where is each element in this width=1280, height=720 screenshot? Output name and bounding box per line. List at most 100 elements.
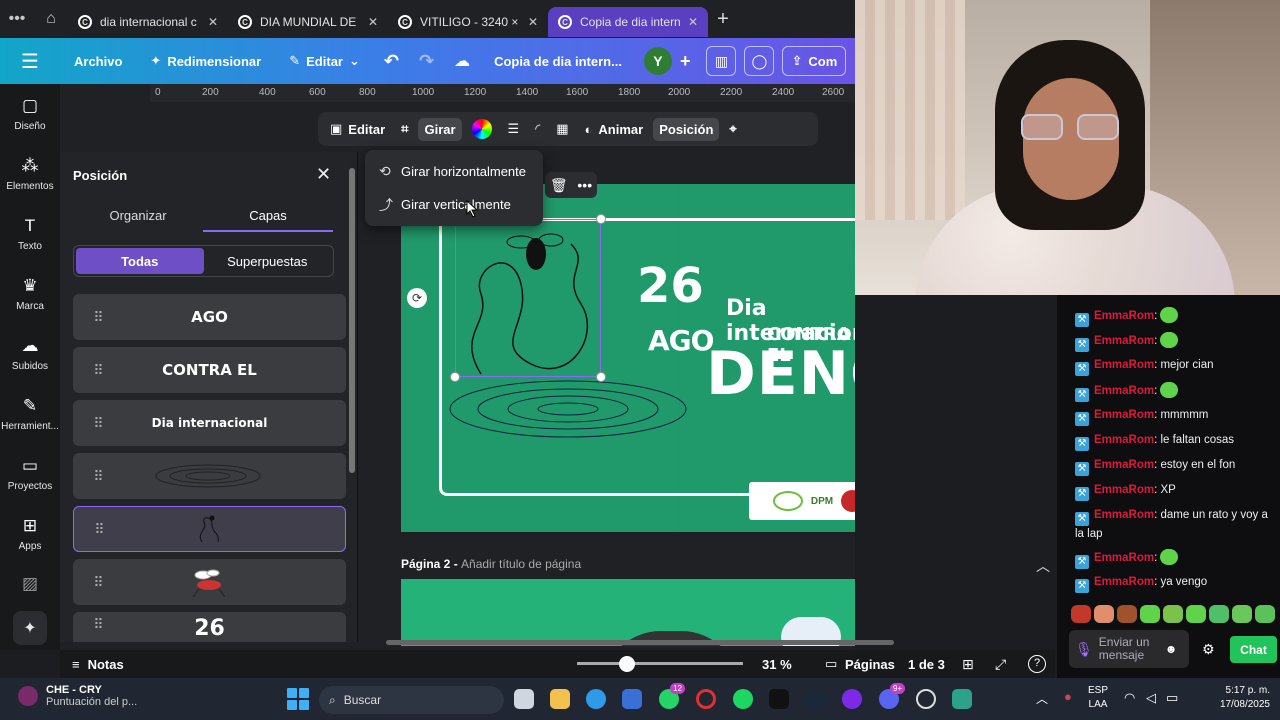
app-icon[interactable] <box>916 689 936 709</box>
menu-item-girar-horizontal[interactable]: ⟲ Girar horizontalmente <box>365 155 543 188</box>
drag-handle-icon[interactable]: ⠿ <box>73 616 123 633</box>
wifi-icon[interactable]: ◠ <box>1124 690 1135 706</box>
taskbar-search[interactable]: ⌕ Buscar <box>319 686 504 714</box>
avatar[interactable]: Y <box>643 47 672 75</box>
close-icon[interactable]: ✕ <box>208 15 218 29</box>
panel-scrollbar[interactable] <box>349 168 355 473</box>
browser-tab-1[interactable]: C dia internacional c ✕ <box>68 7 228 37</box>
language-indicator[interactable]: ESP LAA <box>1088 684 1108 712</box>
layer-item[interactable]: ⠿ AGO <box>73 294 346 340</box>
gear-icon[interactable]: ⚙ <box>1202 641 1215 658</box>
design-day-text[interactable]: 26 <box>637 258 704 314</box>
more-options-icon[interactable]: ••• <box>577 177 592 193</box>
emote-icon[interactable] <box>1117 605 1137 623</box>
emote-icon[interactable] <box>1140 605 1160 623</box>
comment-icon[interactable]: ◯ <box>744 46 775 76</box>
edit-image-button[interactable]: ▣ Editar <box>324 117 391 141</box>
notas-button[interactable]: Notas <box>88 657 124 672</box>
sidebar-item-texto[interactable]: T Texto <box>0 204 60 264</box>
emote-icon[interactable] <box>1163 605 1183 623</box>
corner-radius-icon[interactable]: ◜ <box>529 117 546 141</box>
tab-organizar[interactable]: Organizar <box>73 206 203 232</box>
paginas-button[interactable]: Páginas <box>845 657 895 672</box>
tiktok-icon[interactable] <box>769 689 789 709</box>
chat-user[interactable]: EmmaRom <box>1094 335 1154 347</box>
layer-item[interactable]: ⠿ Dia internacional <box>73 400 346 446</box>
emote-icon[interactable] <box>1186 605 1206 623</box>
fullscreen-icon[interactable]: ⤢ <box>995 656 1006 673</box>
animar-button[interactable]: ◐ Animar <box>579 118 650 141</box>
canva-icon[interactable] <box>842 689 862 709</box>
editar-button[interactable]: ✎ Editar ⌄ <box>275 38 374 84</box>
design-title-line3[interactable]: DENGUE <box>706 339 855 409</box>
store-icon[interactable] <box>622 689 642 709</box>
insights-icon[interactable]: ▥ <box>706 46 737 76</box>
sidebar-item-subidos[interactable]: ☁ Subidos <box>0 324 60 384</box>
close-icon[interactable]: ✕ <box>316 164 331 185</box>
layer-item[interactable]: ⠿ 26 <box>73 612 346 642</box>
transparency-icon[interactable]: ▦ <box>550 117 574 141</box>
drag-handle-icon[interactable]: ⠿ <box>73 468 123 485</box>
mic-icon[interactable]: ● <box>1064 689 1072 704</box>
help-icon[interactable]: ? <box>1028 655 1046 673</box>
emote-icon[interactable] <box>1232 605 1252 623</box>
close-icon[interactable]: ✕ <box>368 15 378 29</box>
opera-icon[interactable] <box>696 689 716 709</box>
tab-capas[interactable]: Capas <box>203 206 333 232</box>
chat-user[interactable]: EmmaRom <box>1094 409 1154 421</box>
chat-user[interactable]: EmmaRom <box>1094 359 1154 371</box>
emote-icon[interactable] <box>1255 605 1275 623</box>
emote-icon[interactable] <box>1094 605 1114 623</box>
browser-tab-4-active[interactable]: C Copia de dia intern ✕ <box>548 7 708 37</box>
layer-item[interactable]: ⠿ CONTRA EL <box>73 347 346 393</box>
resize-handle[interactable] <box>596 372 606 382</box>
layer-item-puddle[interactable]: ⠿ <box>73 453 346 499</box>
filter-todas[interactable]: Todas <box>76 248 204 274</box>
chat-user[interactable]: EmmaRom <box>1094 552 1154 564</box>
zoom-value[interactable]: 31 % <box>762 657 792 672</box>
cloud-save-icon[interactable]: ☁ <box>444 38 480 84</box>
resize-handle[interactable] <box>450 372 460 382</box>
archivo-button[interactable]: Archivo <box>60 38 136 84</box>
drag-handle-icon[interactable]: ⠿ <box>74 521 124 538</box>
sidebar-item-marca[interactable]: ♛ Marca <box>0 264 60 324</box>
selection-box[interactable] <box>455 219 601 377</box>
emote-icon[interactable] <box>1071 605 1091 623</box>
redo-icon[interactable]: ↷ <box>409 38 444 84</box>
steam-icon[interactable] <box>805 689 825 709</box>
drag-handle-icon[interactable]: ⠿ <box>73 574 123 591</box>
crop-icon[interactable]: ⌗ <box>395 117 414 141</box>
battery-icon[interactable]: ▭ <box>1166 690 1178 706</box>
layer-item-mosquito-line[interactable]: ⠿ <box>73 506 346 552</box>
chat-user[interactable]: EmmaRom <box>1094 459 1154 471</box>
task-view-icon[interactable] <box>514 689 534 709</box>
now-playing-widget[interactable]: CHE - CRY Puntuación del p... <box>18 684 137 708</box>
tab-menu-icon[interactable]: ••• <box>0 0 34 38</box>
chat-user[interactable]: EmmaRom <box>1094 385 1154 397</box>
layer-item-mosquito[interactable]: ⠿ <box>73 559 346 605</box>
document-title[interactable]: Copia de dia intern... <box>480 38 636 84</box>
sidebar-item-proyectos[interactable]: ▭ Proyectos <box>0 444 60 504</box>
undo-icon[interactable]: ↶ <box>374 38 409 84</box>
zoom-slider-track[interactable] <box>577 662 743 665</box>
sponsor-logos[interactable]: DPM <box>749 482 855 520</box>
design-page-2[interactable] <box>401 579 855 646</box>
chevron-up-icon[interactable]: ︿ <box>1036 690 1048 707</box>
page-2-label[interactable]: Página 2 - Añadir título de página <box>401 557 581 571</box>
sidebar-item-apps[interactable]: ⊞ Apps <box>0 504 60 564</box>
trash-icon[interactable]: 🗑 <box>550 177 568 194</box>
sidebar-item-herramientas[interactable]: ✎ Herramient... <box>0 384 60 444</box>
hamburger-menu-icon[interactable]: ☰ <box>0 38 60 84</box>
border-style-icon[interactable]: ☰ <box>502 117 526 141</box>
color-button[interactable] <box>466 115 498 143</box>
chat-user[interactable]: EmmaRom <box>1094 509 1154 521</box>
drag-handle-icon[interactable]: ⠿ <box>73 362 123 379</box>
emoji-icon[interactable]: ☻ <box>1165 642 1178 656</box>
grid-view-icon[interactable]: ⊞ <box>962 656 974 673</box>
redimensionar-button[interactable]: ✦ Redimensionar <box>136 38 275 84</box>
chat-user[interactable]: EmmaRom <box>1094 576 1154 588</box>
sidebar-item-extra[interactable]: ▨ <box>0 564 60 604</box>
edge-icon[interactable] <box>586 689 606 709</box>
zoom-slider-knob[interactable] <box>619 656 635 672</box>
sidebar-item-diseno[interactable]: ▢ Diseño <box>0 84 60 144</box>
